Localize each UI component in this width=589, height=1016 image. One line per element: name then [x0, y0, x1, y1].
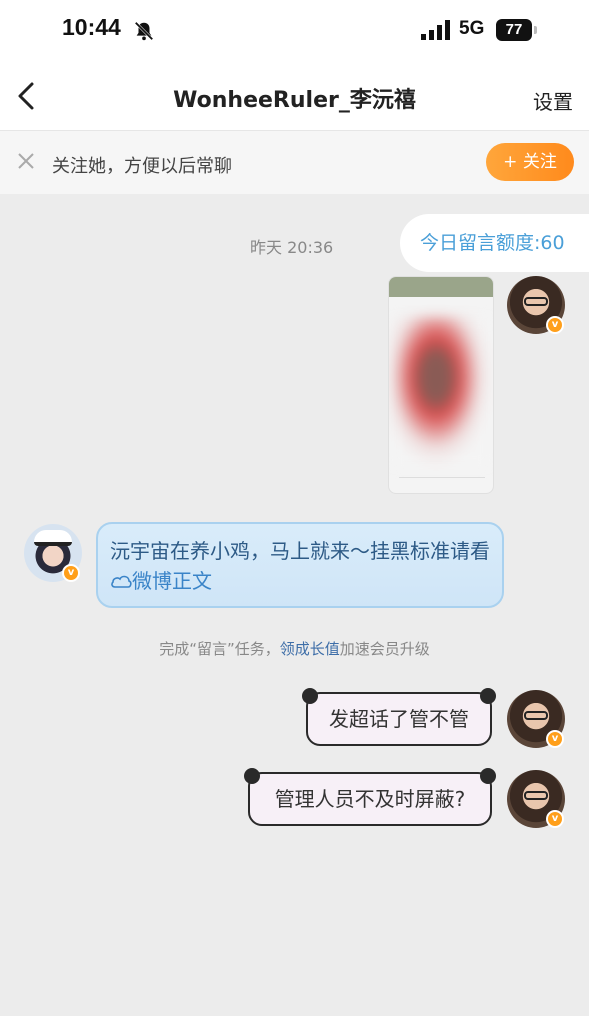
weibo-cloud-icon [111, 575, 132, 588]
bell-muted-icon [134, 21, 154, 41]
image-message[interactable] [388, 276, 494, 494]
blurred-image-content [391, 317, 491, 467]
outgoing-message-text: 发超话了管不管 [329, 707, 469, 731]
follow-button[interactable]: + 关注 [486, 143, 574, 181]
avatar-glasses [524, 297, 548, 306]
verified-badge-icon: v [62, 564, 80, 582]
image-preview-header [389, 277, 493, 297]
avatar-hat [34, 530, 72, 546]
verified-badge-icon: v [546, 810, 564, 828]
message-quota-pill: 今日留言额度:60 [400, 214, 589, 272]
message-timestamp: 昨天 20:36 [250, 238, 334, 257]
incoming-message-bubble[interactable]: 沅宇宙在养小鸡，马上就来～挂黑标准请看微博正文 [96, 522, 504, 608]
nav-bar: WonheeRuler_李沅禧 设置 [0, 62, 589, 130]
network-type: 5G [459, 18, 485, 39]
status-time: 10:44 [62, 14, 121, 40]
signal-icon [421, 20, 450, 40]
outgoing-message-bubble[interactable]: 发超话了管不管 [302, 688, 496, 746]
bubble-ear-decoration [244, 768, 260, 784]
page-title: WonheeRuler_李沅禧 [173, 88, 416, 113]
avatar-glasses [524, 791, 548, 800]
avatar-glasses [524, 711, 548, 720]
verified-badge-icon: v [546, 316, 564, 334]
settings-button[interactable]: 设置 [533, 86, 573, 115]
outgoing-message-text: 管理人员不及时屏蔽? [274, 787, 466, 811]
hint-suffix: 加速会员升级 [339, 640, 430, 658]
bubble-ear-decoration [480, 688, 496, 704]
weibo-post-link[interactable]: 微博正文 [132, 569, 212, 593]
growth-value-link[interactable]: 领成长值 [280, 640, 340, 658]
battery-tip [534, 26, 537, 34]
verified-badge-icon: v [546, 730, 564, 748]
bubble-ear-decoration [480, 768, 496, 784]
follow-prompt-text: 关注她，方便以后常聊 [52, 156, 232, 177]
status-bar: 10:44 5G 77 [0, 0, 589, 62]
task-hint: 完成“留言”任务，领成长值加速会员升级 [0, 638, 589, 659]
hint-prefix: 完成“留言”任务， [159, 640, 280, 658]
incoming-message-text: 沅宇宙在养小鸡，马上就来～挂黑标准请看 [110, 539, 490, 563]
bubble-ear-decoration [302, 688, 318, 704]
image-preview-footer [399, 477, 485, 487]
battery-icon: 77 [496, 19, 532, 41]
outgoing-message-bubble[interactable]: 管理人员不及时屏蔽? [244, 768, 496, 826]
close-icon[interactable] [16, 151, 36, 171]
